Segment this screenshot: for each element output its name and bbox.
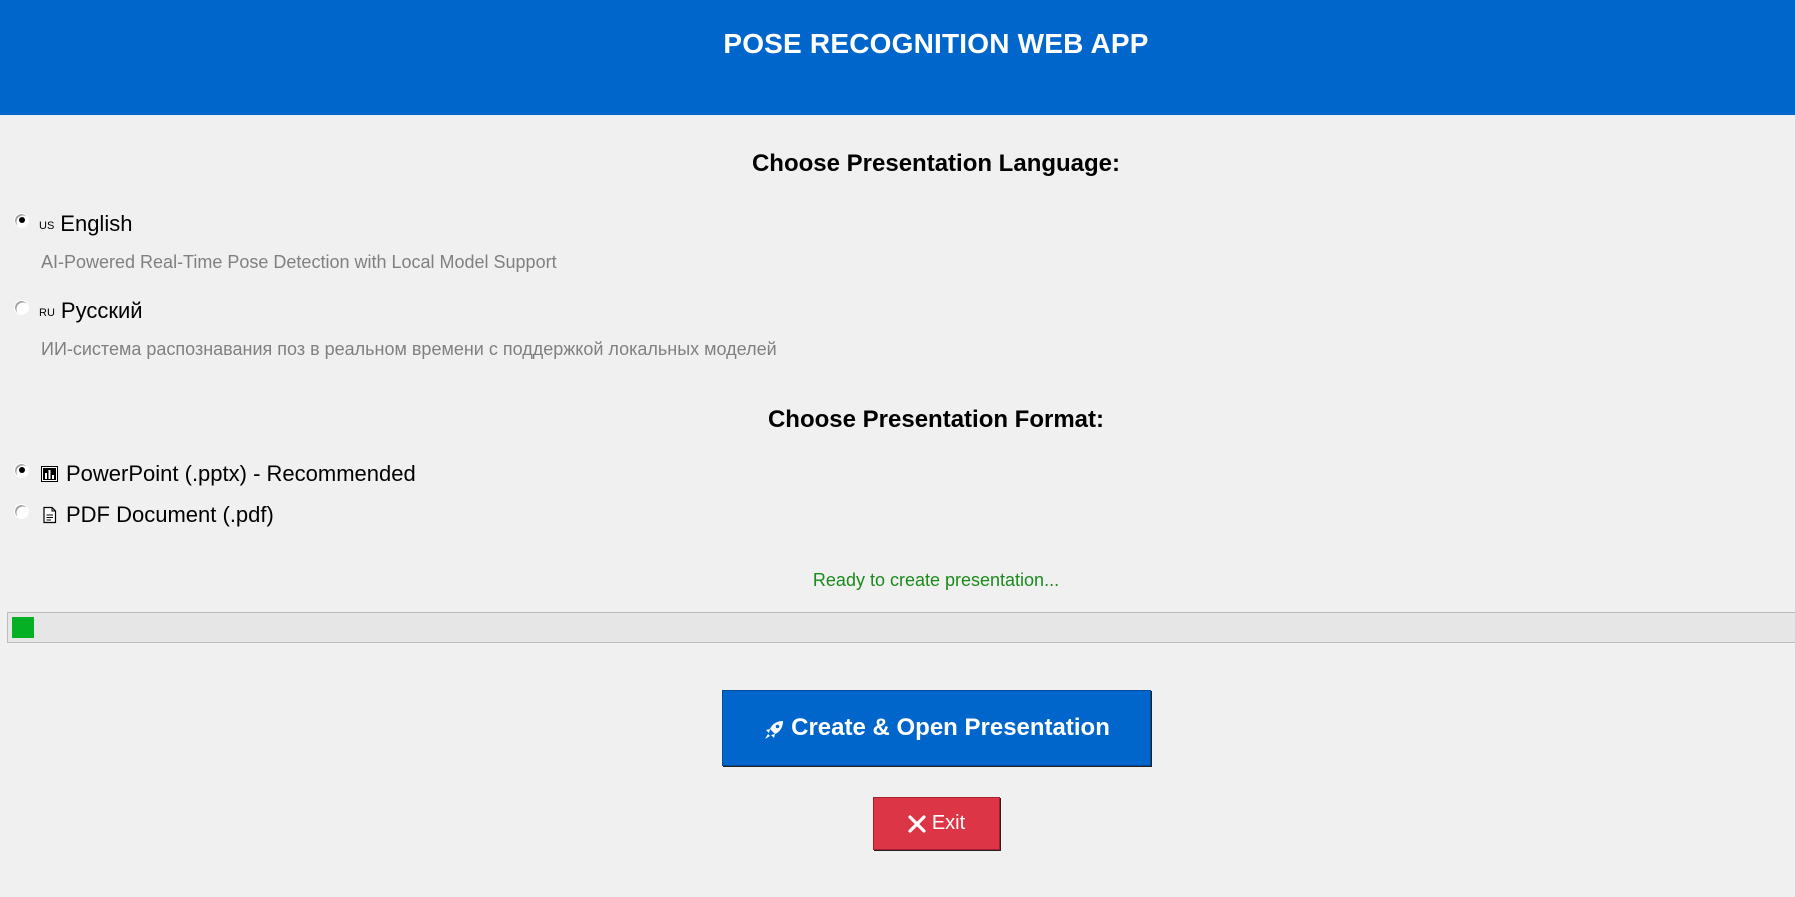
progress-fill	[12, 617, 34, 638]
ru-flag-icon: RU	[39, 307, 55, 319]
status-text: Ready to create presentation...	[812, 570, 1060, 590]
rocket-icon	[765, 721, 784, 739]
app-title: POSE RECOGNITION WEB APP	[723, 28, 1149, 59]
language-option-english[interactable]: US English	[14, 211, 132, 237]
language-option-russian[interactable]: RU Русский	[14, 298, 143, 324]
format-pdf-radio[interactable]	[14, 503, 29, 519]
language-english-description: AI-Powered Real-Time Pose Detection with…	[41, 252, 557, 272]
progress-bar	[7, 612, 1795, 643]
format-option-pptx[interactable]: PowerPoint (.pptx) - Recommended	[14, 461, 416, 487]
exit-button[interactable]: Exit	[873, 797, 1000, 850]
close-icon	[908, 814, 926, 833]
format-pptx-radio[interactable]	[14, 462, 29, 478]
language-russian-radio[interactable]	[14, 299, 29, 315]
language-russian-label: Русский	[60, 298, 143, 323]
bar-chart-icon	[41, 466, 58, 482]
language-english-radio[interactable]	[14, 212, 29, 228]
format-pptx-label: PowerPoint (.pptx) - Recommended	[66, 461, 416, 486]
exit-button-label: Exit	[931, 812, 966, 834]
app-header: POSE RECOGNITION WEB APP	[0, 0, 1795, 115]
create-open-presentation-button[interactable]: Create & Open Presentation	[722, 690, 1151, 766]
us-flag-icon: US	[39, 220, 55, 232]
language-section-heading: Choose Presentation Language:	[751, 150, 1121, 177]
language-russian-description: ИИ-система распознавания поз в реальном …	[41, 339, 777, 359]
format-section-heading: Choose Presentation Format:	[767, 406, 1105, 433]
language-english-label: English	[60, 211, 133, 236]
document-icon	[43, 506, 57, 524]
format-option-pdf[interactable]: PDF Document (.pdf)	[14, 502, 274, 528]
format-pdf-label: PDF Document (.pdf)	[66, 502, 274, 527]
create-button-label: Create & Open Presentation	[791, 714, 1110, 741]
